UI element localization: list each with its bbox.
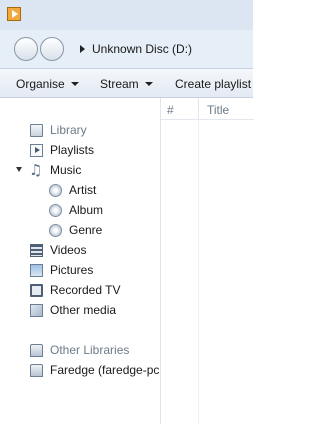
video-film-icon — [30, 244, 43, 257]
nav-item-label: Pictures — [50, 263, 94, 277]
other-media-icon — [30, 304, 43, 317]
expand-arrow-icon[interactable] — [16, 167, 22, 172]
details-pane: # Title — [160, 98, 254, 424]
nav-item-label: Other Libraries — [50, 343, 130, 357]
nav-item-label: Artist — [69, 183, 97, 197]
navigation-pane: Library Playlists Music Artist Album Gen… — [0, 98, 160, 424]
nav-item-label: Library — [50, 123, 87, 137]
breadcrumb-chevron-icon[interactable] — [80, 45, 85, 53]
column-header-row: # Title — [161, 98, 254, 120]
genre-icon — [49, 224, 62, 237]
nav-item-label: Recorded TV — [50, 283, 121, 297]
column-header-title[interactable]: Title — [207, 103, 229, 117]
album-icon — [49, 204, 62, 217]
column-divider[interactable] — [198, 98, 199, 120]
forward-button[interactable] — [40, 37, 64, 61]
media-player-icon[interactable] — [7, 7, 21, 21]
library-icon — [30, 124, 43, 137]
breadcrumb-disc[interactable]: Unknown Disc (D:) — [92, 42, 192, 56]
network-library-icon — [30, 364, 43, 377]
network-library-icon — [30, 344, 43, 357]
title-bar — [0, 0, 253, 30]
organise-menu-button[interactable]: Organise — [16, 77, 65, 91]
nav-item-label: Genre — [69, 223, 103, 237]
picture-icon — [30, 264, 43, 277]
nav-item-label: Other media — [50, 303, 117, 317]
nav-item-label: Album — [69, 203, 104, 217]
tv-icon — [30, 284, 43, 297]
artist-icon — [49, 184, 62, 197]
nav-item-label: Videos — [50, 243, 87, 257]
stream-chevron-down-icon[interactable] — [145, 82, 153, 86]
address-bar: Unknown Disc (D:) — [0, 30, 253, 68]
create-playlist-button[interactable]: Create playlist — [175, 77, 251, 91]
back-button[interactable] — [14, 37, 38, 61]
playlist-icon — [30, 144, 43, 157]
column-gridline — [198, 120, 199, 424]
nav-item-label: Faredge (faredge-pc — [50, 363, 160, 377]
nav-item-label: Music — [50, 163, 82, 177]
stream-menu-button[interactable]: Stream — [100, 77, 139, 91]
toolbar: Organise Stream Create playlist — [0, 68, 253, 98]
music-note-icon — [29, 161, 43, 179]
organise-chevron-down-icon[interactable] — [71, 82, 79, 86]
nav-item-label: Playlists — [50, 143, 95, 157]
column-header-number[interactable]: # — [167, 103, 174, 117]
